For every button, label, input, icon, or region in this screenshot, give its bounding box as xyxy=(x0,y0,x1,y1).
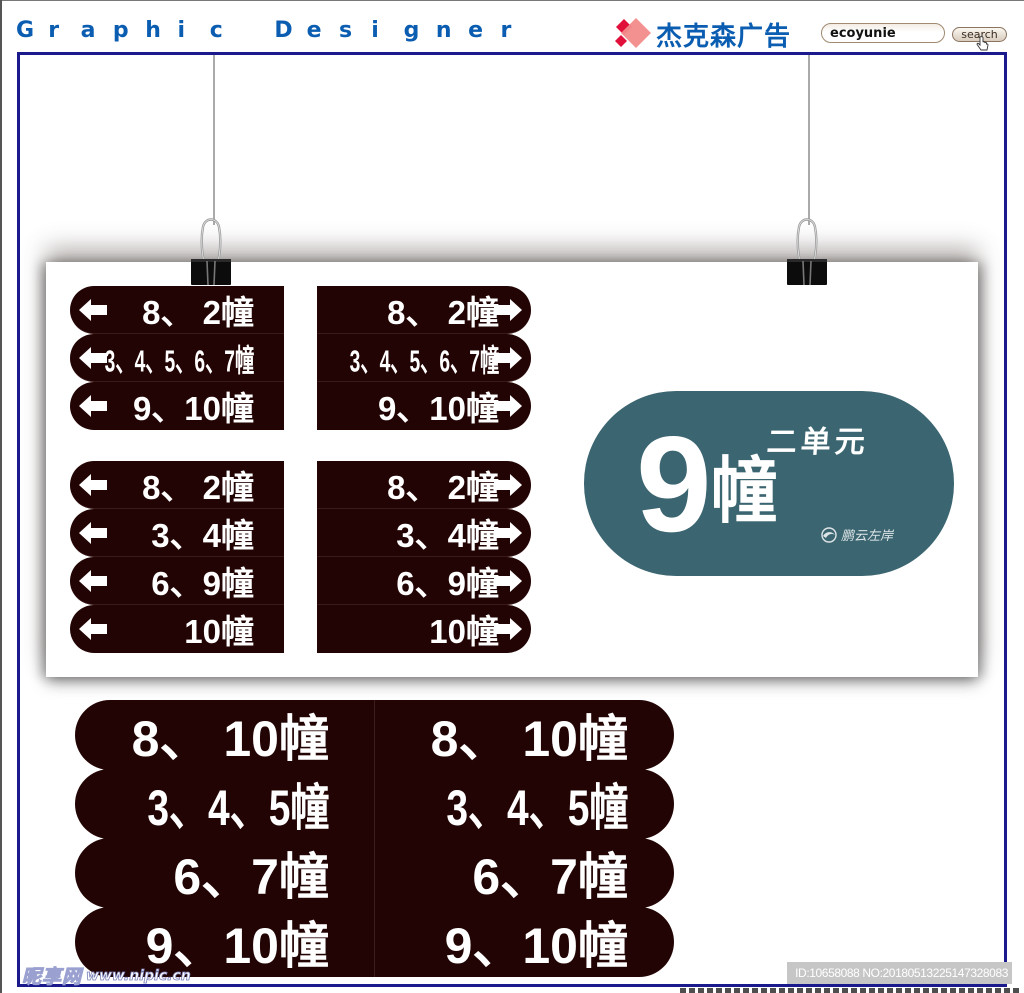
arrow-right-icon xyxy=(494,473,522,496)
direction-sign: 3、4幢 xyxy=(317,509,531,557)
sign-group-1-right: 8、 2幢 3、4、5、6、7幢 9、10幢 xyxy=(317,286,531,430)
page-edge xyxy=(0,0,2,993)
arrow-left-icon xyxy=(79,618,107,640)
large-sign-text: 8、 10幢 xyxy=(430,711,628,767)
large-sign-left: 8、 10幢 xyxy=(75,700,374,770)
search-input[interactable] xyxy=(821,23,945,43)
direction-sign: 3、4、5、6、7幢 xyxy=(70,334,284,382)
large-sign-text: 3、4、5幢 xyxy=(445,780,628,836)
company-logo-icon xyxy=(615,18,651,48)
large-sign-text: 6、7幢 xyxy=(173,849,329,905)
arrow-left-icon xyxy=(79,473,107,496)
sign-text: 8、 2幢 xyxy=(387,468,499,506)
direction-sign: 8、 2幢 xyxy=(317,461,531,509)
large-sign-left: 3、4、5幢 xyxy=(75,769,374,839)
large-sign: 6、7幢 6、7幢 xyxy=(75,838,674,908)
large-sign: 3、4、5幢 3、4、5幢 xyxy=(75,769,674,839)
sign-text: 8、 2幢 xyxy=(387,293,499,331)
sign-text: 3、4幢 xyxy=(151,516,254,554)
direction-sign: 9、10幢 xyxy=(70,382,284,430)
sign-text: 6、9幢 xyxy=(151,564,254,602)
arrow-left-icon xyxy=(79,521,107,544)
sign-text: 8、 2幢 xyxy=(142,468,254,506)
sign-divider xyxy=(374,907,375,977)
direction-sign: 8、 2幢 xyxy=(70,461,284,509)
direction-sign: 3、4幢 xyxy=(70,509,284,557)
sign-text: 3、4、5、6、7幢 xyxy=(349,343,499,378)
large-sign-text: 3、4、5幢 xyxy=(146,780,329,836)
arrow-right-icon xyxy=(494,346,522,369)
arrow-left-icon xyxy=(79,395,107,417)
hand-cursor-icon xyxy=(976,36,989,51)
sign-text: 6、9幢 xyxy=(396,564,499,602)
binder-clip-icon xyxy=(191,218,231,286)
watermark-site-url: www.nipic.cn xyxy=(86,967,192,984)
arrow-left-icon xyxy=(79,346,107,369)
direction-sign: 10幢 xyxy=(70,605,284,653)
sign-text: 10幢 xyxy=(184,613,254,650)
direction-sign: 6、9幢 xyxy=(317,557,531,605)
sign-divider xyxy=(374,700,375,770)
arrow-left-icon xyxy=(79,298,107,321)
unit-name: 二单元 xyxy=(765,425,870,460)
arrow-right-icon xyxy=(494,395,522,417)
page-edge xyxy=(0,0,1024,1)
sign-text: 8、 2幢 xyxy=(142,293,254,331)
brand-name: 鹏云左岸 xyxy=(841,529,894,544)
large-sign-right: 8、 10幢 xyxy=(374,700,673,770)
arrow-right-icon xyxy=(494,521,522,544)
direction-sign: 3、4、5、6、7幢 xyxy=(317,334,531,382)
large-sign-text: 8、 10幢 xyxy=(131,711,329,767)
sign-divider xyxy=(374,838,375,908)
large-sign-right: 3、4、5幢 xyxy=(374,769,673,839)
direction-sign: 9、10幢 xyxy=(317,382,531,430)
sign-group-1-left: 8、 2幢 3、4、5、6、7幢 9、10幢 xyxy=(70,286,284,430)
large-sign-right: 6、7幢 xyxy=(374,838,673,908)
binder-clip-icon xyxy=(787,218,827,286)
sign-text: 3、4幢 xyxy=(396,516,499,554)
large-sign: 8、 10幢 8、 10幢 xyxy=(75,700,674,770)
cropped-text-strip xyxy=(680,988,1020,993)
sign-group-2-left: 8、 2幢 3、4幢 6、9幢 10幢 xyxy=(70,461,284,653)
direction-sign: 6、9幢 xyxy=(70,557,284,605)
arrow-right-icon xyxy=(494,298,522,321)
watermark-site-name: 昵享网 xyxy=(21,966,83,989)
company-name: 杰克森广告 xyxy=(656,22,792,52)
brand-title: Graphic Designer xyxy=(16,18,512,43)
sign-text: 9、10幢 xyxy=(377,390,499,427)
unit-brand: 鹏云左岸 xyxy=(820,525,893,544)
building-suffix: 幢 xyxy=(711,449,778,533)
large-sign-left: 6、7幢 xyxy=(75,838,374,908)
brand-logo-icon xyxy=(821,526,837,543)
large-sign-text: 9、10幢 xyxy=(444,918,628,974)
arrow-left-icon xyxy=(79,569,107,592)
sign-text: 10幢 xyxy=(429,613,499,650)
arrow-right-icon xyxy=(494,569,522,592)
direction-sign: 10幢 xyxy=(317,605,531,653)
building-number: 9 xyxy=(636,408,712,560)
hanging-string xyxy=(808,55,810,225)
large-sign-text: 6、7幢 xyxy=(472,849,628,905)
large-sign-right: 9、10幢 xyxy=(374,907,673,977)
watermark-image-id: ID:10658088 NO:20180513225147328083 xyxy=(787,962,1012,984)
unit-badge: 9 幢 二单元 鹏云左岸 xyxy=(584,391,954,576)
watermark-site: 昵享网 www.nipic.cn xyxy=(21,962,192,989)
direction-sign: 8、 2幢 xyxy=(317,286,531,334)
arrow-right-icon xyxy=(494,618,522,640)
sign-text: 9、10幢 xyxy=(132,390,254,427)
hanging-string xyxy=(213,55,215,225)
sign-text: 3、4、5、6、7幢 xyxy=(104,343,254,378)
direction-sign: 8、 2幢 xyxy=(70,286,284,334)
sign-group-2-right: 8、 2幢 3、4幢 6、9幢 10幢 xyxy=(317,461,531,653)
sign-divider xyxy=(374,769,375,839)
